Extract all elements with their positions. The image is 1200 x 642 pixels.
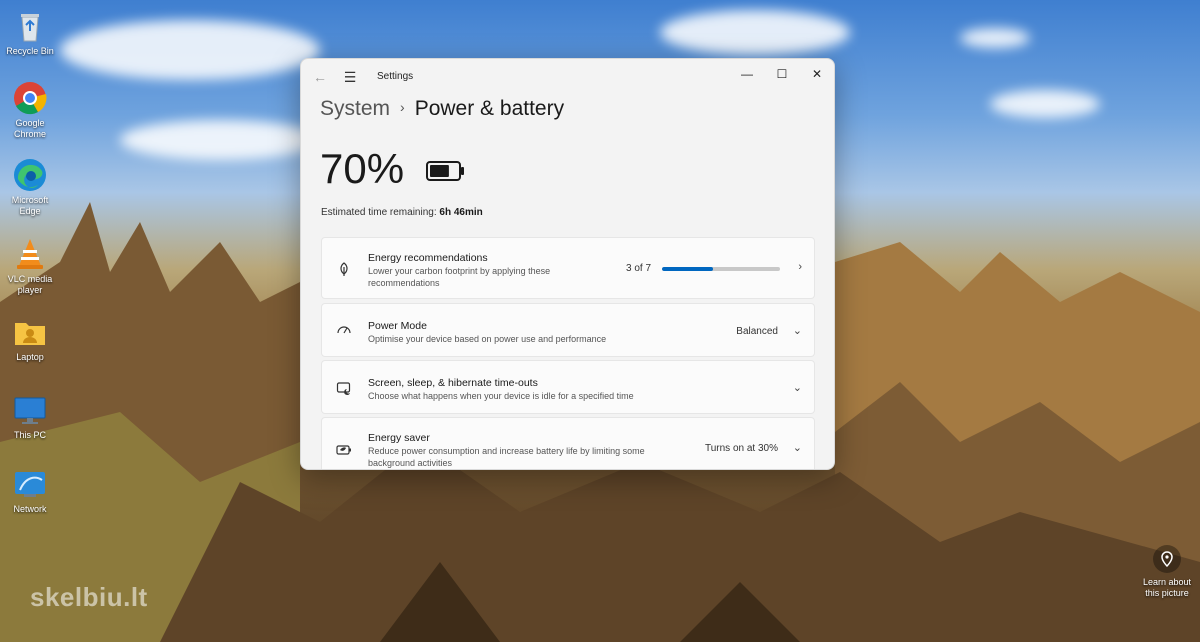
battery-level-fill	[430, 165, 449, 177]
desktop-icon-laptop[interactable]: Laptop	[4, 314, 56, 363]
back-arrow-icon[interactable]: ←	[311, 68, 329, 86]
recycle-bin-icon	[21, 14, 39, 42]
learn-about-picture-label: Learn about this picture	[1142, 577, 1192, 598]
card-subtitle: Reduce power consumption and increase ba…	[368, 446, 645, 468]
network-icon	[15, 472, 45, 497]
screen-sleep-card[interactable]: Screen, sleep, & hibernate time-outs Cho…	[321, 360, 815, 414]
desktop-icon-vlc[interactable]: VLC media player	[4, 236, 56, 296]
recommendations-count: 3 of 7	[626, 263, 652, 274]
card-subtitle: Choose what happens when your device is …	[368, 391, 634, 401]
desktop-icon-label: Network	[13, 504, 47, 514]
estimated-time-label: Estimated time remaining:	[321, 207, 437, 218]
screen-sleep-icon	[336, 382, 351, 395]
desktop-icon-label: Microsoft Edge	[11, 195, 49, 216]
edge-icon	[14, 159, 46, 191]
learn-about-picture[interactable]: Learn about this picture	[1138, 545, 1196, 599]
leaf-icon	[340, 262, 348, 276]
desktop-icon-recycle-bin[interactable]: Recycle Bin	[4, 8, 56, 57]
hamburger-menu-icon[interactable]: ☰	[341, 68, 359, 86]
chevron-down-icon[interactable]: ⌄	[793, 381, 802, 394]
power-mode-card[interactable]: Power Mode Optimise your device based on…	[321, 303, 815, 357]
watermark: skelbiu.lt	[30, 582, 148, 612]
maximize-button[interactable]: ☐	[764, 63, 800, 85]
settings-window: ← ☰ Settings — ☐ ✕ System › Power & batter…	[300, 58, 835, 470]
chevron-down-icon[interactable]: ⌄	[793, 441, 802, 454]
breadcrumb-separator: ›	[400, 99, 405, 115]
energy-recommendations-card[interactable]: Energy recommendations Lower your carbon…	[321, 237, 815, 299]
chevron-down-icon[interactable]: ⌄	[793, 324, 802, 337]
card-title: Screen, sleep, & hibernate time-outs	[368, 377, 538, 389]
card-subtitle: Lower your carbon footprint by applying …	[368, 266, 551, 288]
desktop-icon-chrome[interactable]: Google Chrome	[4, 80, 56, 140]
energy-saver-value[interactable]: Turns on at 30%	[705, 443, 778, 454]
desktop-icon-this-pc[interactable]: This PC	[4, 392, 56, 441]
energy-saver-card[interactable]: Energy saver Reduce power consumption an…	[321, 417, 815, 469]
card-title: Power Mode	[368, 320, 427, 332]
desktop-icon-label: Google Chrome	[13, 118, 46, 139]
recommendations-progress-fill	[662, 267, 713, 271]
card-title: Energy saver	[368, 432, 430, 444]
desktop-icon-label: VLC media player	[7, 274, 53, 295]
app-title: Settings	[377, 71, 414, 82]
monitor-icon	[14, 397, 46, 424]
user-folder-icon	[15, 323, 45, 345]
chrome-icon	[14, 82, 47, 115]
card-title: Energy recommendations	[368, 252, 488, 264]
power-mode-gauge-icon	[337, 326, 351, 334]
minimize-button[interactable]: —	[729, 63, 765, 85]
desktop-icon-label: Laptop	[16, 352, 44, 362]
energy-saver-battery-icon	[336, 445, 351, 455]
estimated-time-value: 6h 46min	[439, 207, 483, 218]
recommendations-progress-bar	[662, 267, 780, 271]
desktop-icon-label: Recycle Bin	[6, 46, 54, 56]
desktop-icon-network[interactable]: Network	[4, 466, 56, 515]
close-button[interactable]: ✕	[799, 63, 834, 85]
battery-percentage: 70%	[320, 145, 405, 192]
estimated-time: Estimated time remaining: 6h 46min	[321, 207, 483, 218]
desktop-icon-edge[interactable]: Microsoft Edge	[4, 157, 56, 217]
desktop-icon-label: This PC	[13, 430, 46, 440]
page-title: Power & battery	[414, 97, 565, 120]
breadcrumb-parent-link[interactable]: System	[320, 97, 390, 120]
battery-icon	[426, 161, 464, 181]
card-subtitle: Optimise your device based on power use …	[368, 334, 607, 344]
breadcrumb: System › Power & battery	[320, 97, 564, 121]
title-bar[interactable]: ← ☰ Settings — ☐ ✕	[301, 59, 834, 95]
location-pin-icon	[1153, 545, 1181, 573]
vlc-icon	[17, 239, 43, 269]
power-mode-select-value[interactable]: Balanced	[736, 326, 778, 337]
chevron-right-icon: ›	[798, 261, 802, 273]
